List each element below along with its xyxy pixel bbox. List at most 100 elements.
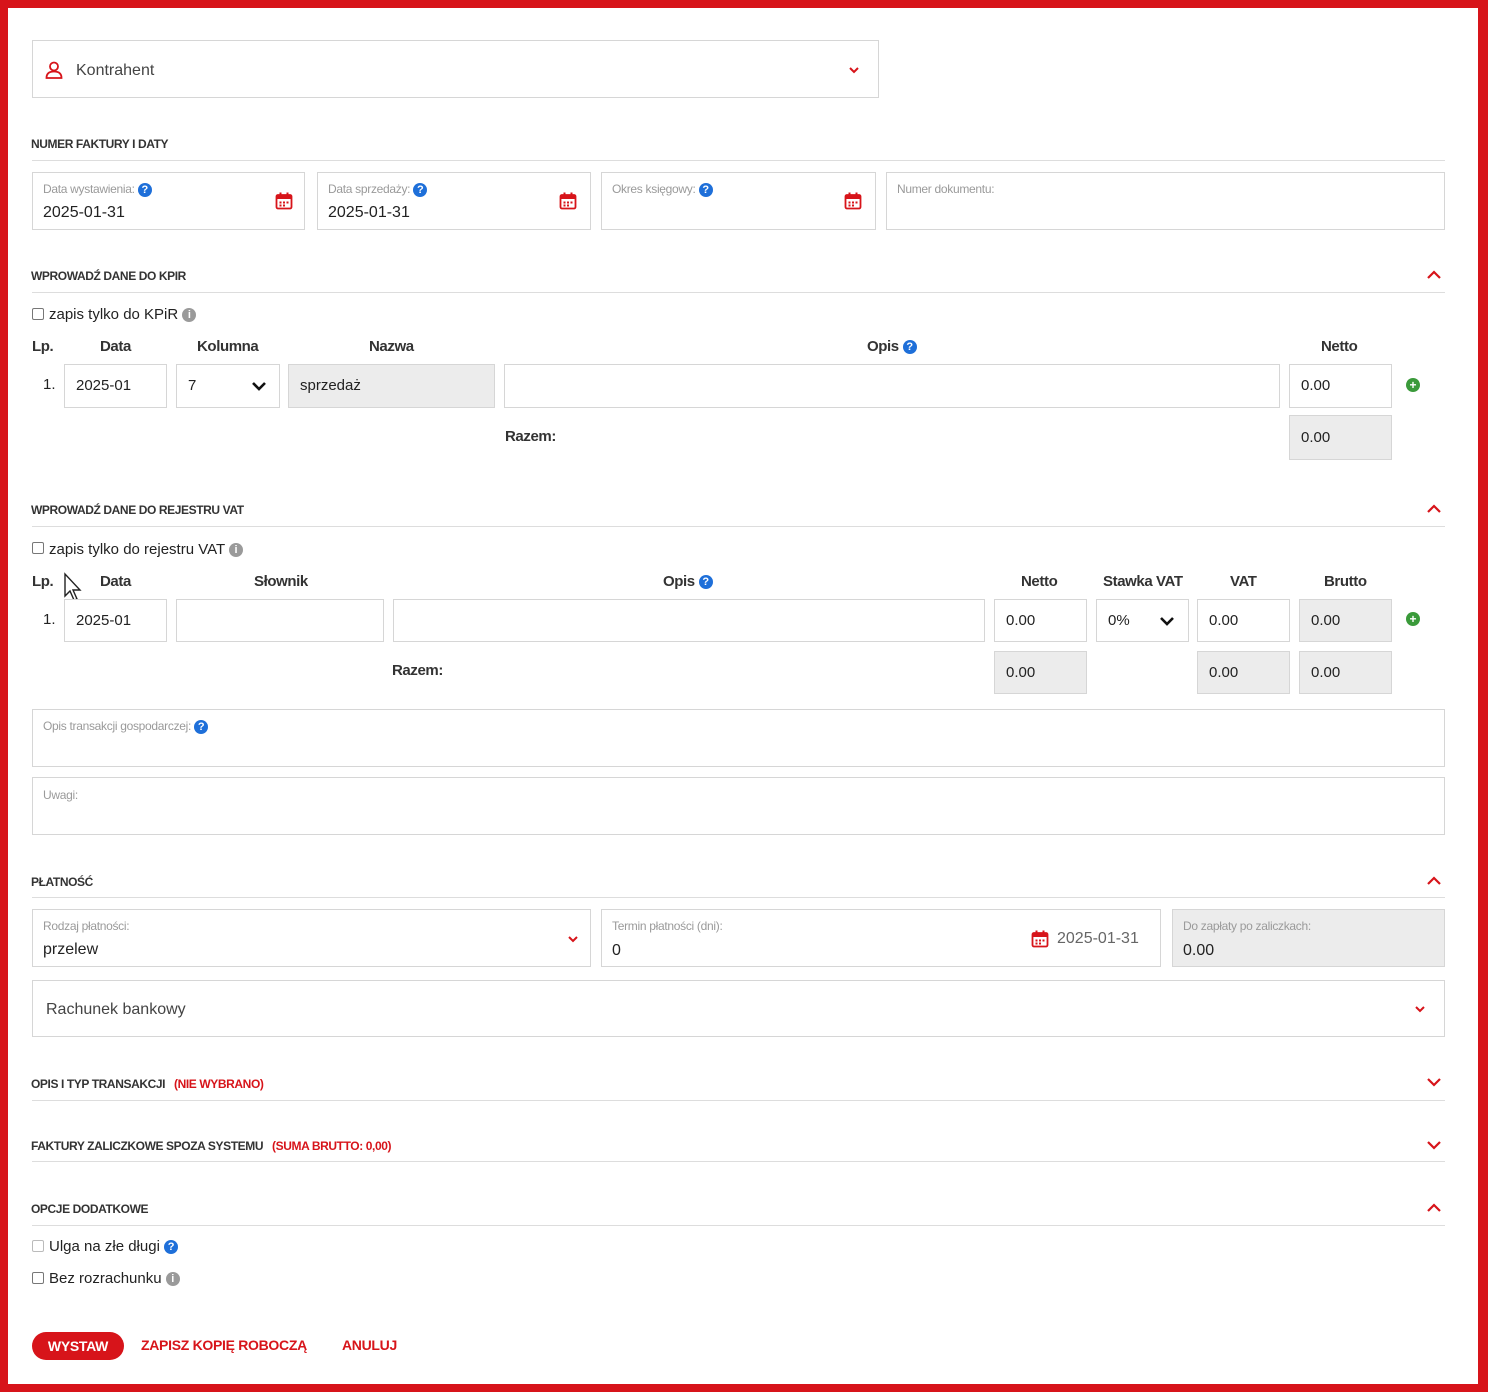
only-kpir-checkbox[interactable] <box>32 308 44 320</box>
calendar-icon[interactable] <box>275 192 293 210</box>
to-pay-label: Do zapłaty po zaliczkach: <box>1183 919 1311 933</box>
col-header-dict: Słownik <box>254 573 308 590</box>
help-icon[interactable]: ? <box>137 182 152 197</box>
issue-date-field[interactable]: Data wystawienia: ? 2025-01-31 <box>32 172 305 230</box>
calendar-icon[interactable] <box>844 192 862 210</box>
chevron-down-icon <box>1415 1006 1425 1013</box>
to-pay-field: Do zapłaty po zaliczkach: 0.00 <box>1172 909 1445 967</box>
issue-date-label: Data wystawienia: <box>43 182 135 196</box>
col-header-date: Data <box>100 338 131 355</box>
accounting-period-field[interactable]: Okres księgowy: ? <box>601 172 876 230</box>
calendar-icon[interactable] <box>1031 930 1049 948</box>
chevron-up-icon[interactable] <box>1426 876 1442 886</box>
only-vat-label: zapis tylko do rejestru VAT <box>49 541 225 558</box>
help-icon[interactable]: ? <box>698 575 713 590</box>
sale-date-field[interactable]: Data sprzedaży: ? 2025-01-31 <box>317 172 591 230</box>
advance-invoices-status: (SUMA BRUTTO: 0,00) <box>272 1139 392 1153</box>
notes-field[interactable]: Uwagi: <box>32 777 1445 835</box>
kpir-net-value: 0.00 <box>1301 377 1331 394</box>
divider <box>32 526 1445 527</box>
kpir-name-value: sprzedaż <box>300 377 361 394</box>
transaction-desc-label: Opis transakcji gospodarczej: <box>43 719 192 733</box>
divider <box>32 1100 1445 1101</box>
no-settlement-checkbox[interactable] <box>32 1272 44 1284</box>
vat-rate-value: 0% <box>1108 612 1130 629</box>
contractor-label: Kontrahent <box>76 62 155 79</box>
contractor-select[interactable]: Kontrahent <box>32 40 879 98</box>
chevron-up-icon[interactable] <box>1426 504 1442 514</box>
vat-total-vat-value: 0.00 <box>1209 664 1239 681</box>
help-icon[interactable]: ? <box>413 182 428 197</box>
vat-net-value: 0.00 <box>1006 612 1036 629</box>
chevron-up-icon[interactable] <box>1426 1203 1442 1213</box>
transaction-desc-field[interactable]: Opis transakcji gospodarczej: ? <box>32 709 1445 767</box>
bank-account-label: Rachunek bankowy <box>46 1001 186 1018</box>
info-icon[interactable]: i <box>229 543 244 558</box>
vat-total-label: Razem: <box>392 662 443 679</box>
col-header-desc: Opis <box>663 573 695 590</box>
help-icon[interactable]: ? <box>902 340 917 355</box>
payment-term-field[interactable]: Termin płatności (dni): 0 2025-01-31 <box>601 909 1161 967</box>
notes-label: Uwagi: <box>43 788 78 802</box>
col-header-name: Nazwa <box>369 338 414 355</box>
issue-button[interactable]: WYSTAW <box>32 1332 124 1360</box>
divider <box>32 1161 1445 1162</box>
chevron-down-icon <box>252 382 266 391</box>
col-header-rate: Stawka VAT <box>1103 573 1183 590</box>
bad-debt-label: Ulga na złe długi <box>49 1238 160 1255</box>
payment-term-label: Termin płatności (dni): <box>612 919 723 933</box>
kpir-column-select[interactable]: 7 <box>176 364 280 408</box>
kpir-total-label: Razem: <box>505 428 556 445</box>
col-header-vat: VAT <box>1230 573 1257 590</box>
vat-amount-input[interactable]: 0.00 <box>1197 599 1290 642</box>
kpir-date-input[interactable]: 2025-01 <box>64 364 167 408</box>
section-title-kpir: WPROWADŹ DANE DO KPIR <box>31 269 186 283</box>
cancel-button[interactable]: ANULUJ <box>342 1337 397 1353</box>
accounting-period-label: Okres księgowy: <box>612 182 696 196</box>
save-draft-button[interactable]: ZAPISZ KOPIĘ ROBOCZĄ <box>141 1337 307 1353</box>
sale-date-value: 2025-01-31 <box>328 204 410 221</box>
only-vat-checkbox[interactable] <box>32 542 44 554</box>
help-icon[interactable]: ? <box>164 1240 179 1255</box>
section-title-invoice-dates: NUMER FAKTURY I DATY <box>31 137 169 151</box>
user-icon <box>45 61 63 79</box>
bank-account-select[interactable]: Rachunek bankowy <box>32 980 1445 1037</box>
chevron-down-icon[interactable] <box>1426 1140 1442 1150</box>
col-header-lp: Lp. <box>32 338 54 355</box>
col-header-desc: Opis <box>867 338 899 355</box>
chevron-down-icon[interactable] <box>1426 1077 1442 1087</box>
vat-amount-value: 0.00 <box>1209 612 1239 629</box>
vat-desc-input[interactable] <box>393 599 985 642</box>
row-lp: 1. <box>43 376 56 393</box>
col-header-column: Kolumna <box>197 338 259 355</box>
document-number-field[interactable]: Numer dokumentu: <box>886 172 1445 230</box>
kpir-desc-input[interactable] <box>504 364 1280 408</box>
col-header-lp: Lp. <box>32 573 54 590</box>
vat-gross-value: 0.00 <box>1311 612 1341 629</box>
chevron-down-icon <box>568 936 578 943</box>
vat-dict-input[interactable] <box>176 599 384 642</box>
vat-rate-select[interactable]: 0% <box>1096 599 1189 642</box>
vat-net-input[interactable]: 0.00 <box>994 599 1087 642</box>
transaction-type-status: (NIE WYBRANO) <box>174 1077 264 1091</box>
issue-date-value: 2025-01-31 <box>43 204 125 221</box>
divider <box>32 897 1445 898</box>
kpir-name-field: sprzedaż <box>288 364 495 408</box>
help-icon[interactable]: ? <box>194 719 209 734</box>
add-row-icon[interactable]: + <box>1406 612 1420 626</box>
info-icon[interactable]: i <box>165 1272 180 1287</box>
kpir-net-input[interactable]: 0.00 <box>1289 364 1392 408</box>
section-title-payment: PŁATNOŚĆ <box>31 875 93 889</box>
help-icon[interactable]: ? <box>698 182 713 197</box>
section-title-transaction-type: OPIS I TYP TRANSAKCJI <box>31 1077 166 1091</box>
calendar-icon[interactable] <box>559 192 577 210</box>
vat-date-input[interactable]: 2025-01 <box>64 599 167 642</box>
add-row-icon[interactable]: + <box>1406 378 1420 392</box>
row-lp: 1. <box>43 611 56 628</box>
bad-debt-checkbox[interactable] <box>32 1240 44 1252</box>
kpir-date-value: 2025-01 <box>76 377 132 394</box>
vat-total-net: 0.00 <box>994 651 1087 694</box>
chevron-up-icon[interactable] <box>1426 270 1442 280</box>
payment-method-select[interactable]: Rodzaj płatności: przelew <box>32 909 591 967</box>
info-icon[interactable]: i <box>182 308 197 323</box>
